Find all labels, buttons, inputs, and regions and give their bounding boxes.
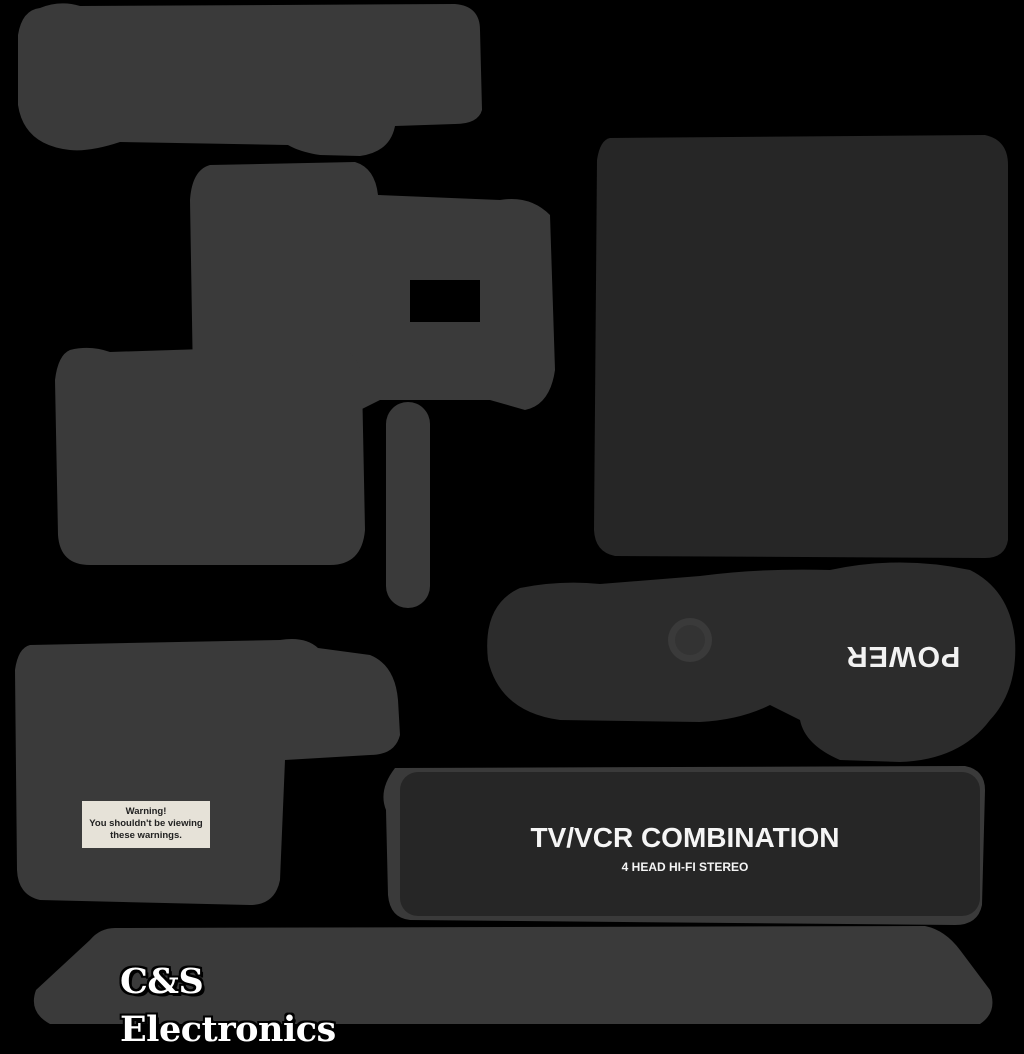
warning-line-3: these warnings. [110,830,182,841]
texture-patch-lower-left [15,639,400,905]
brand-logo: C&S Electronics [120,961,336,1050]
model-subtitle: 4 HEAD HI-FI STEREO [621,860,749,874]
warning-line-2: You shouldn't be viewing [89,818,203,829]
uv-texture-canvas [15,3,1016,1024]
warning-line-1: Warning! [125,806,167,817]
texture-hole [410,280,480,322]
texture-patch-screen-back [594,135,1008,558]
texture-patch-top [18,3,482,156]
round-button-inner-icon [675,625,705,655]
power-label: POWER [845,640,961,672]
warning-sticker: Warning! You shouldn't be viewing these … [82,801,210,848]
texture-patch-mid-left [55,345,365,565]
model-title: TV/VCR COMBINATION [530,822,840,853]
texture-patch-strip [386,402,430,608]
